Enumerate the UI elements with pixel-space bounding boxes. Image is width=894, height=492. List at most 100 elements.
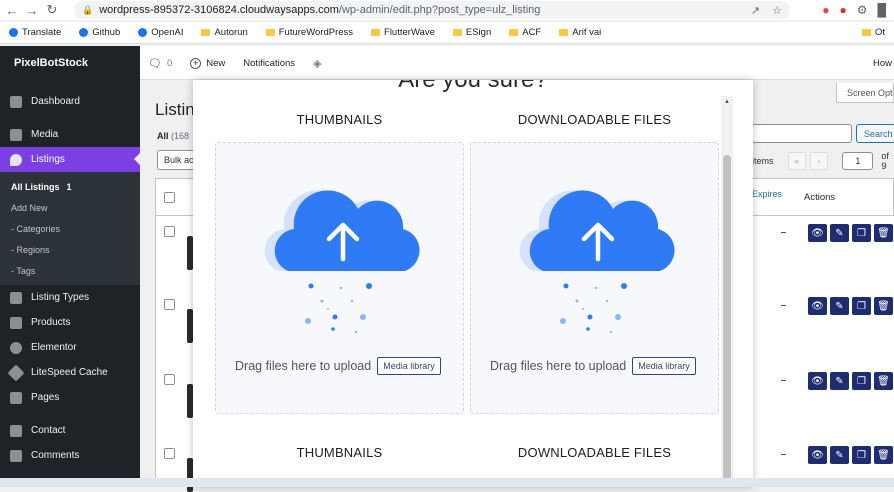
modal-scrollbar[interactable]: ▲: [721, 96, 733, 487]
grid-icon: [10, 291, 22, 304]
select-all-checkbox[interactable]: [164, 192, 175, 203]
submenu-categories[interactable]: - Categories: [0, 218, 140, 239]
forward-icon[interactable]: →: [22, 0, 42, 20]
edit-icon[interactable]: ✎: [830, 297, 849, 315]
share-icon[interactable]: ↗: [751, 4, 760, 17]
comment-bubble-icon: 🗨: [148, 57, 162, 70]
column-expires[interactable]: Expires: [752, 189, 782, 199]
comments-link[interactable]: 🗨 0: [148, 57, 172, 70]
edit-icon[interactable]: ✎: [830, 372, 849, 390]
bookmark-label: FutureWordPress: [278, 27, 354, 38]
products-icon: [10, 316, 22, 329]
row-actions: 👁 ✎ ❐ 🗑: [808, 446, 893, 464]
address-bar[interactable]: 🔒 wordpress-895372-3106824.cloudwaysapps…: [74, 1, 790, 19]
search-button[interactable]: Search: [856, 124, 894, 143]
thumbnails-heading-2: THUMBNAILS: [296, 445, 383, 460]
bookmark-item[interactable]: FutureWordPress: [257, 27, 362, 38]
bookmark-item[interactable]: Ot: [853, 27, 894, 38]
new-link[interactable]: + New: [190, 57, 225, 69]
scroll-up-arrow-icon[interactable]: ▲: [721, 96, 733, 108]
modal-title: Are you sure?: [193, 80, 753, 94]
folder-icon: [371, 29, 381, 36]
bookmark-item[interactable]: ESign: [444, 27, 500, 38]
bookmark-label: Github: [92, 27, 121, 38]
delete-icon[interactable]: 🗑: [874, 372, 893, 390]
first-page-button[interactable]: «: [787, 152, 806, 170]
submenu-tags[interactable]: - Tags: [0, 260, 140, 281]
bookmark-item[interactable]: Autorun: [192, 27, 256, 38]
search-input[interactable]: [752, 124, 852, 143]
submenu-label: - Tags: [11, 265, 36, 276]
drag-files-label: Drag files here to upload: [235, 359, 372, 373]
delete-icon[interactable]: 🗑: [874, 224, 893, 242]
view-icon[interactable]: 👁: [808, 224, 827, 242]
sidebar-item-media[interactable]: Media: [0, 122, 140, 147]
bookmark-item[interactable]: ACF: [500, 27, 550, 38]
submenu-regions[interactable]: - Regions: [0, 239, 140, 260]
pin-icon[interactable]: █: [877, 3, 886, 17]
sidebar-item-listings[interactable]: Listings: [0, 147, 140, 172]
row-checkbox[interactable]: [164, 226, 175, 237]
screen-options-button[interactable]: Screen Opti: [836, 83, 894, 103]
bookmark-item[interactable]: FlutterWave: [362, 27, 444, 38]
prev-page-button[interactable]: ‹: [809, 152, 829, 170]
thumbnails-dropzone[interactable]: Drag files here to upload Media library: [215, 142, 464, 414]
reload-icon[interactable]: ↻: [42, 0, 62, 20]
filter-all[interactable]: All: [157, 131, 169, 141]
submenu-all-listings[interactable]: All Listings 1: [0, 176, 140, 197]
downloadable-files-dropzone[interactable]: Drag files here to upload Media library: [470, 142, 719, 414]
url-path: /wp-admin/edit.php?post_type=ulz_listing: [338, 4, 541, 16]
sidebar-item-products[interactable]: Products: [0, 310, 140, 335]
current-page-input[interactable]: 1: [842, 152, 874, 170]
downloadable-files-heading: DOWNLOADABLE FILES: [517, 112, 672, 127]
sidebar-item-listing-types[interactable]: Listing Types: [0, 285, 140, 310]
duplicate-icon[interactable]: ❐: [852, 372, 871, 390]
folder-icon: [452, 29, 462, 36]
media-library-button[interactable]: Media library: [377, 357, 441, 375]
status-filters: All (168: [157, 131, 189, 141]
sidebar-item-contact[interactable]: Contact: [0, 418, 140, 443]
url-host: wordpress-895372-3106824.cloudwaysapps.c…: [99, 4, 339, 16]
delete-icon[interactable]: 🗑: [874, 446, 893, 464]
scroll-thumb[interactable]: [723, 155, 731, 487]
duplicate-icon[interactable]: ❐: [852, 224, 871, 242]
edit-icon[interactable]: ✎: [830, 224, 849, 242]
diamond-icon[interactable]: ◈: [313, 57, 321, 70]
chrome-extension-icon[interactable]: ●: [822, 3, 829, 17]
bookmark-item[interactable]: Github: [70, 27, 129, 38]
total-pages: of 9: [881, 151, 889, 171]
puzzle-icon[interactable]: ⚙: [857, 3, 868, 17]
bookmark-star-icon[interactable]: ☆: [772, 4, 782, 17]
bookmarks-bar: Translate Github OpenAI Autorun FutureWordPr…: [0, 22, 894, 44]
bookmark-label: Autorun: [214, 27, 248, 38]
bookmark-item[interactable]: Arif vai: [550, 27, 610, 38]
duplicate-icon[interactable]: ❐: [852, 446, 871, 464]
view-icon[interactable]: 👁: [808, 297, 827, 315]
duplicate-icon[interactable]: ❐: [852, 297, 871, 315]
site-brand[interactable]: PixelBotStock: [0, 46, 140, 80]
back-icon[interactable]: ←: [2, 0, 22, 20]
row-checkbox[interactable]: [164, 299, 175, 310]
sidebar-item-pages[interactable]: Pages: [0, 385, 140, 410]
sidebar-item-dashboard[interactable]: Dashboard: [0, 89, 140, 114]
pagination: items « ‹ 1 of 9: [752, 151, 894, 171]
folder-icon: [861, 29, 871, 36]
row-checkbox[interactable]: [164, 374, 175, 385]
row-checkbox[interactable]: [164, 448, 175, 459]
howdy-link[interactable]: How: [873, 46, 894, 80]
view-icon[interactable]: 👁: [808, 372, 827, 390]
media-library-button[interactable]: Media library: [632, 357, 696, 375]
bookmark-item[interactable]: Translate: [0, 27, 70, 38]
view-icon[interactable]: 👁: [808, 446, 827, 464]
edit-icon[interactable]: ✎: [830, 446, 849, 464]
extension-red-icon[interactable]: ●: [839, 3, 846, 17]
sidebar-item-comments[interactable]: Comments: [0, 443, 140, 468]
bookmark-item[interactable]: OpenAI: [129, 27, 192, 38]
submenu-add-new[interactable]: Add New: [0, 197, 140, 218]
notifications-link[interactable]: Notifications: [243, 58, 295, 69]
sidebar-item-elementor[interactable]: Elementor: [0, 335, 140, 360]
sidebar-item-litespeed[interactable]: LiteSpeed Cache: [0, 360, 140, 385]
litespeed-icon: [7, 364, 25, 381]
delete-icon[interactable]: 🗑: [874, 297, 893, 315]
openai-icon: [138, 28, 148, 37]
